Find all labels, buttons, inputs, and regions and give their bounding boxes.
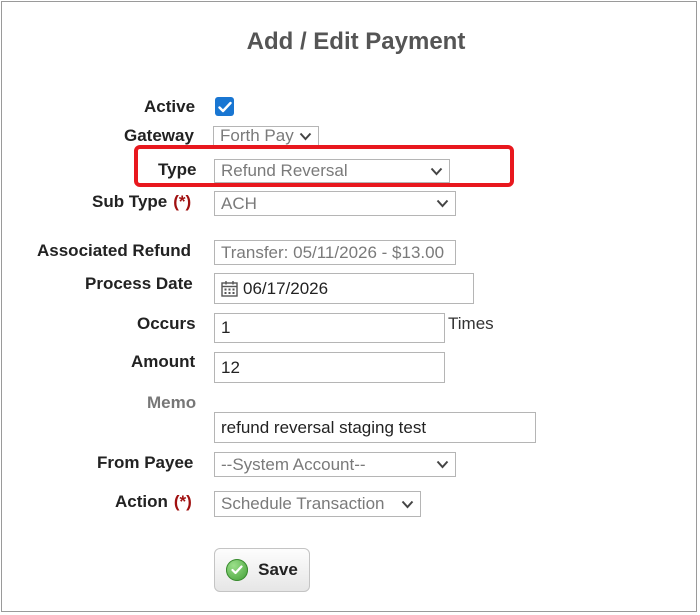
check-icon xyxy=(217,101,232,112)
active-checkbox[interactable] xyxy=(215,97,234,116)
page-title: Add / Edit Payment xyxy=(246,28,466,55)
action-select[interactable]: Schedule Transaction xyxy=(214,491,421,517)
sub-type-value: ACH xyxy=(221,193,257,213)
sub-type-label: Sub Type (*) xyxy=(92,192,191,212)
amount-value: 12 xyxy=(221,357,240,377)
save-button[interactable]: Save xyxy=(214,548,310,592)
calendar-icon[interactable] xyxy=(221,280,239,298)
action-label-text: Action xyxy=(115,492,168,511)
occurs-suffix: Times xyxy=(448,314,494,333)
process-date-label: Process Date xyxy=(85,274,193,293)
associated-refund-label: Associated Refund xyxy=(37,241,191,260)
associated-refund-select[interactable]: Transfer: 05/11/2026 - $13.00 xyxy=(214,240,456,265)
from-payee-label: From Payee xyxy=(97,453,194,472)
chevron-down-icon xyxy=(435,458,449,472)
from-payee-select[interactable]: --System Account-- xyxy=(214,452,456,477)
process-date-input[interactable]: 06/17/2026 xyxy=(214,273,474,304)
amount-label: Amount xyxy=(131,352,196,371)
action-label: Action (*) xyxy=(115,492,192,512)
memo-value: refund reversal staging test xyxy=(221,417,427,437)
occurs-input[interactable]: 1 xyxy=(214,313,445,343)
gateway-value: Forth Pay xyxy=(220,126,294,145)
occurs-value: 1 xyxy=(221,318,231,337)
sub-type-label-text: Sub Type xyxy=(92,192,168,211)
required-marker: (*) xyxy=(173,192,192,211)
sub-type-select[interactable]: ACH xyxy=(214,191,456,216)
gateway-label: Gateway xyxy=(124,126,194,145)
checkmark-circle-icon xyxy=(226,559,249,581)
chevron-down-icon xyxy=(435,197,449,211)
save-button-label: Save xyxy=(258,560,298,579)
memo-input[interactable]: refund reversal staging test xyxy=(214,412,536,443)
gateway-select[interactable]: Forth Pay xyxy=(213,126,319,146)
associated-refund-value: Transfer: 05/11/2026 - $13.00 xyxy=(221,242,445,262)
memo-label: Memo xyxy=(147,393,197,412)
amount-input[interactable]: 12 xyxy=(214,352,445,383)
chevron-down-icon xyxy=(298,129,312,143)
dialog-frame xyxy=(1,1,697,612)
action-value: Schedule Transaction xyxy=(221,494,385,513)
process-date-value: 06/17/2026 xyxy=(243,278,329,298)
occurs-label: Occurs xyxy=(137,314,196,333)
from-payee-value: --System Account-- xyxy=(221,454,366,474)
active-label: Active xyxy=(144,97,196,116)
required-marker: (*) xyxy=(173,492,192,511)
type-highlight-box xyxy=(134,145,514,187)
chevron-down-icon xyxy=(400,497,414,511)
